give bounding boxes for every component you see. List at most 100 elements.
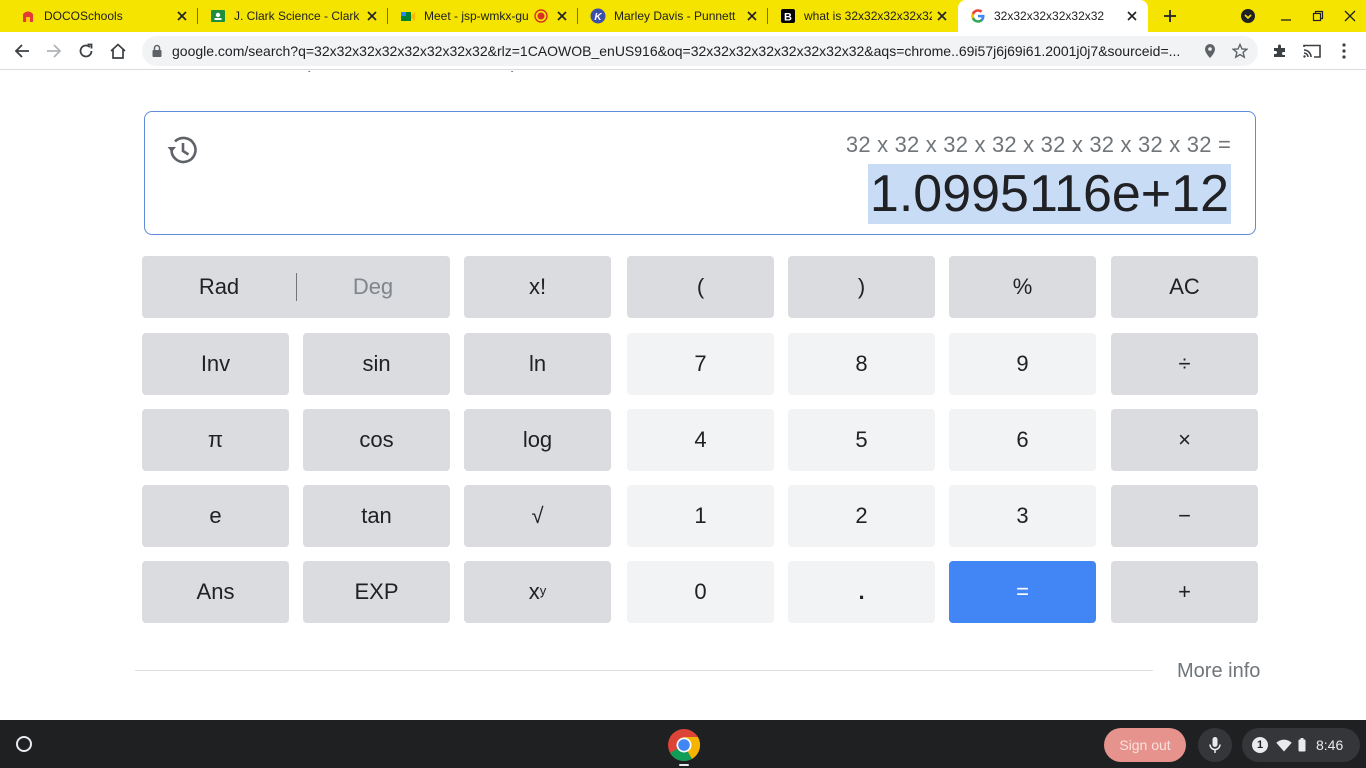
tab-title: Marley Davis - Punnett (614, 9, 736, 23)
close-window-icon[interactable] (1334, 0, 1366, 32)
google-favicon-icon (970, 8, 986, 24)
minus-button[interactable]: − (1111, 485, 1258, 547)
svg-text:K: K (594, 12, 602, 23)
meet-favicon-icon (400, 8, 416, 24)
digit-2-button[interactable]: 2 (788, 485, 935, 547)
tan-button[interactable]: tan (303, 485, 450, 547)
sin-button[interactable]: sin (303, 333, 450, 395)
minimize-icon[interactable] (1270, 0, 1302, 32)
digit-9-button[interactable]: 9 (949, 333, 1096, 395)
close-tab-icon[interactable] (362, 6, 382, 26)
calculator-result[interactable]: 1.0995116e+12 (867, 164, 1231, 224)
tab-marley-davis[interactable]: K Marley Davis - Punnett (578, 0, 768, 32)
kami-favicon-icon: K (590, 8, 606, 24)
wifi-icon (1276, 739, 1292, 752)
sign-out-button[interactable]: Sign out (1104, 728, 1186, 762)
extensions-icon[interactable] (1264, 35, 1296, 67)
microphone-icon[interactable] (1198, 728, 1232, 762)
more-info-link[interactable]: More info (1177, 660, 1260, 683)
close-tab-icon[interactable] (1122, 6, 1142, 26)
bold-b-favicon-icon: B (780, 8, 796, 24)
rad-deg-toggle[interactable]: Rad Deg (142, 256, 450, 318)
cast-icon[interactable] (1296, 35, 1328, 67)
clock-time: 8:46 (1316, 737, 1344, 753)
rad-button[interactable]: Rad (142, 256, 296, 318)
digit-3-button[interactable]: 3 (949, 485, 1096, 547)
digit-5-button[interactable]: 5 (788, 409, 935, 471)
menu-kebab-icon[interactable] (1328, 35, 1360, 67)
home-icon[interactable] (102, 35, 134, 67)
all-clear-button[interactable]: AC (1111, 256, 1258, 318)
power-button[interactable]: xy (464, 561, 611, 623)
classroom-favicon-icon (210, 8, 226, 24)
reload-icon[interactable] (70, 35, 102, 67)
power-exponent-label: y (539, 582, 547, 598)
decimal-point-button[interactable]: . (788, 561, 935, 623)
close-tab-icon[interactable] (552, 6, 572, 26)
close-tab-icon[interactable] (172, 6, 192, 26)
tab-title: 32x32x32x32x32x32 (994, 9, 1105, 23)
pi-button[interactable]: π (142, 409, 289, 471)
tab-search-icon[interactable] (1232, 0, 1264, 32)
status-tray[interactable]: 1 8:46 (1242, 728, 1360, 762)
deg-button[interactable]: Deg (296, 256, 450, 318)
url-text: google.com/search?q=32x32x32x32x32x32x32… (172, 43, 1181, 59)
cos-button[interactable]: cos (303, 409, 450, 471)
log-button[interactable]: log (464, 409, 611, 471)
history-icon[interactable] (165, 132, 201, 168)
launcher-icon[interactable] (8, 728, 40, 760)
equals-button[interactable]: = (949, 561, 1096, 623)
tab-meet[interactable]: Meet - jsp-wmkx-gu (388, 0, 578, 32)
left-paren-button[interactable]: ( (627, 256, 774, 318)
tab-title: DOCOSchools (44, 9, 123, 23)
tab-title: J. Clark Science - Clark (234, 9, 360, 23)
tab-what-is[interactable]: B what is 32x32x32x32x32 (768, 0, 958, 32)
lock-icon[interactable] (142, 44, 172, 58)
multiply-button[interactable]: × (1111, 409, 1258, 471)
recording-icon (534, 9, 548, 23)
browser-toolbar: google.com/search?q=32x32x32x32x32x32x32… (0, 32, 1366, 70)
tab-clark-science[interactable]: J. Clark Science - Clark (198, 0, 388, 32)
sqrt-button[interactable]: √ (464, 485, 611, 547)
divide-button[interactable]: ÷ (1111, 333, 1258, 395)
digit-4-button[interactable]: 4 (627, 409, 774, 471)
tab-docoschools[interactable]: DOCOSchools (8, 0, 198, 32)
digit-7-button[interactable]: 7 (627, 333, 774, 395)
exp-button[interactable]: EXP (303, 561, 450, 623)
answer-button[interactable]: Ans (142, 561, 289, 623)
inverse-button[interactable]: Inv (142, 333, 289, 395)
percent-button[interactable]: % (949, 256, 1096, 318)
new-tab-icon[interactable] (1154, 0, 1186, 32)
plus-button[interactable]: + (1111, 561, 1258, 623)
clipped-text-fragment: ( ) (304, 71, 517, 74)
calculator-expression: 32 x 32 x 32 x 32 x 32 x 32 x 32 x 32 = (845, 132, 1231, 157)
bookmark-star-icon[interactable] (1230, 41, 1250, 61)
digit-0-button[interactable]: 0 (627, 561, 774, 623)
notification-count-badge[interactable]: 1 (1252, 737, 1268, 753)
forward-icon[interactable] (38, 35, 70, 67)
restore-icon[interactable] (1302, 0, 1334, 32)
tab-title: what is 32x32x32x32x32 (804, 9, 932, 23)
ln-button[interactable]: ln (464, 333, 611, 395)
e-constant-button[interactable]: e (142, 485, 289, 547)
calculator-display: 32 x 32 x 32 x 32 x 32 x 32 x 32 x 32 = … (144, 111, 1256, 235)
tab-title: Meet - jsp-wmkx-gu (424, 9, 529, 23)
os-shelf: Sign out 1 8:46 (0, 720, 1366, 768)
battery-icon (1298, 738, 1306, 752)
digit-6-button[interactable]: 6 (949, 409, 1096, 471)
tab-strip: DOCOSchools J. Clark Science - Clark Mee… (0, 0, 1366, 32)
tab-google-calculator[interactable]: 32x32x32x32x32x32 (958, 0, 1148, 32)
digit-8-button[interactable]: 8 (788, 333, 935, 395)
chrome-app-icon[interactable] (667, 728, 701, 762)
docoschools-favicon-icon (20, 8, 36, 24)
right-paren-button[interactable]: ) (788, 256, 935, 318)
close-tab-icon[interactable] (932, 6, 952, 26)
factorial-button[interactable]: x! (464, 256, 611, 318)
close-tab-icon[interactable] (742, 6, 762, 26)
app-running-indicator (679, 764, 689, 766)
digit-1-button[interactable]: 1 (627, 485, 774, 547)
divider-line (135, 670, 1153, 671)
address-bar[interactable]: google.com/search?q=32x32x32x32x32x32x32… (142, 36, 1258, 66)
back-icon[interactable] (6, 35, 38, 67)
location-icon[interactable] (1200, 41, 1220, 61)
